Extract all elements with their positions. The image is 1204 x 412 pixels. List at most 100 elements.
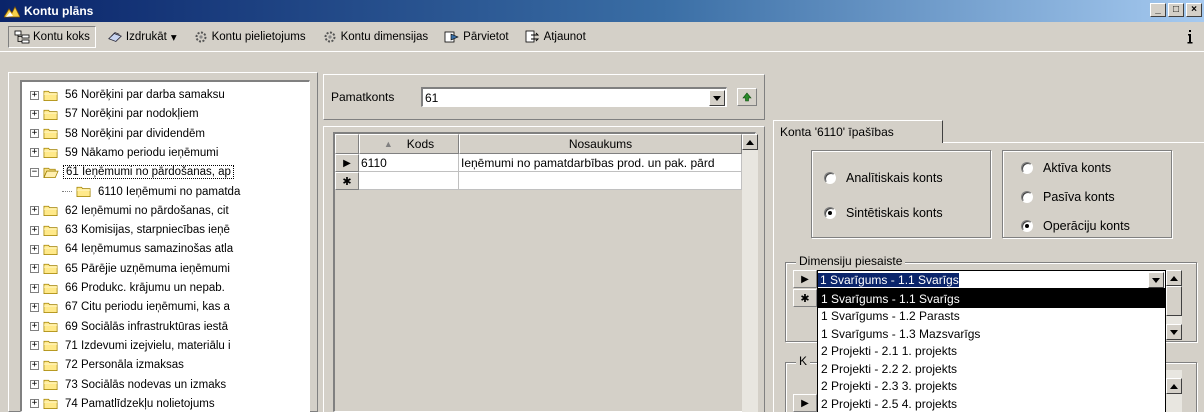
expand-icon[interactable]: + <box>30 244 39 254</box>
tree-item[interactable]: +71 Izdevumi izejvielu, materiālu i <box>30 337 233 355</box>
folder-icon <box>43 148 58 159</box>
grid-cell-nosaukums-new[interactable] <box>459 172 742 190</box>
dimension-option[interactable]: 2 Projekti - 2.5 4. projekts <box>818 395 1165 412</box>
kontu-dimensijas-button[interactable]: Kontu dimensijas <box>317 26 434 48</box>
dimension-option[interactable]: 1 Svarīgums - 1.1 Svarīgs <box>818 290 1165 308</box>
collapse-icon[interactable]: − <box>30 167 39 177</box>
accounts-grid[interactable]: ▲ Kods Nosaukums ▶ 6110 Ieņēmumi no pama… <box>333 132 758 412</box>
tree-item[interactable]: +65 Pārējie uzņēmuma ieņēmumi <box>30 260 232 278</box>
expand-icon[interactable]: + <box>30 109 39 119</box>
dimension-row-new[interactable]: ✱ <box>793 289 817 307</box>
second-group-scrollbar[interactable] <box>1166 370 1182 412</box>
dimension-option[interactable]: 1 Svarīgums - 1.2 Parasts <box>818 308 1165 326</box>
tree-item[interactable]: +62 Ieņēmumi no pārdošanas, cit <box>30 202 231 220</box>
second-group-scroll-up-button[interactable] <box>1166 378 1182 394</box>
dimension-dropdown-list[interactable]: 1 Svarīgums - 1.1 Svarīgs 1 Svarīgums - 1… <box>817 289 1166 412</box>
grid-cell-kods-new[interactable] <box>359 172 459 190</box>
tree-item[interactable]: +63 Komisijas, starpniecības ieņē <box>30 221 232 239</box>
expand-icon[interactable]: + <box>30 399 39 409</box>
parvietot-button[interactable]: Pārvietot <box>439 26 513 48</box>
grid-vertical-scrollbar[interactable] <box>742 134 758 412</box>
radio-operaciju-circle[interactable] <box>1021 220 1033 232</box>
tree-item[interactable]: +59 Nākamo periodu ieņēmumi <box>30 144 220 162</box>
grid-cell-nosaukums[interactable]: Ieņēmumi no pamatdarbības prod. un pak. … <box>459 154 742 172</box>
tree-item[interactable]: +74 Pamatlīdzekļu nolietojums <box>30 395 217 411</box>
radio-aktiva-circle[interactable] <box>1021 162 1033 174</box>
grid-scroll-up-button[interactable] <box>742 134 758 150</box>
dimension-option[interactable]: 1 Svarīgums - 1.3 Mazsvarīgs <box>818 325 1165 343</box>
column-header-nosaukums[interactable]: Nosaukums <box>459 134 742 154</box>
tree-item-label: 72 Personāla izmaksas <box>65 359 184 372</box>
tree-item[interactable]: +73 Sociālās nodevas un izmaks <box>30 376 228 394</box>
expand-icon[interactable]: + <box>30 302 39 312</box>
expand-icon[interactable]: + <box>30 206 39 216</box>
atjaunot-button[interactable]: Atjaunot <box>520 26 591 48</box>
dimensions-scroll-thumb[interactable] <box>1166 286 1182 316</box>
kontu-koks-button[interactable]: Kontu koks <box>8 25 96 48</box>
minimize-button[interactable]: _ <box>1150 3 1166 17</box>
tree-item[interactable]: +69 Sociālās infrastruktūras iestā <box>30 318 230 336</box>
dimensions-scrollbar[interactable] <box>1166 270 1182 340</box>
tree-item[interactable]: 6110 Ieņēmumi no pamatda <box>62 183 242 201</box>
expand-icon[interactable]: + <box>30 341 39 351</box>
expand-icon[interactable]: + <box>30 283 39 293</box>
column-header-kods[interactable]: ▲ Kods <box>359 134 459 154</box>
account-tree[interactable]: +56 Norēķini par darba samaksu +57 Norēķi… <box>20 80 310 412</box>
dimension-option[interactable]: 2 Projekti - 2.3 3. projekts <box>818 378 1165 396</box>
radio-sintetiskais[interactable]: Sintētiskais konts <box>824 206 943 220</box>
kontu-dimensijas-label: Kontu dimensijas <box>340 30 429 43</box>
izdrukat-button[interactable]: Izdrukāt ▾ <box>102 26 182 48</box>
radio-pasiva[interactable]: Pasīva konts <box>1021 190 1115 204</box>
pamatkonts-dropdown-button[interactable] <box>709 90 725 106</box>
dimension-dropdown-button[interactable] <box>1148 272 1164 288</box>
kontu-pielietojums-button[interactable]: Kontu pielietojums <box>188 26 311 48</box>
tree-item-label: 71 Izdevumi izejvielu, materiālu i <box>65 339 231 352</box>
dimension-combo[interactable]: 1 Svarīgums - 1.1 Svarīgs <box>817 270 1166 289</box>
maximize-button[interactable]: □ <box>1168 3 1184 17</box>
row-selector-new[interactable]: ✱ <box>335 172 359 190</box>
tree-item[interactable]: +64 Ieņēmumus samazinošas atla <box>30 240 235 258</box>
info-icon[interactable] <box>1184 26 1196 48</box>
radio-analitiskais-circle[interactable] <box>824 172 836 184</box>
radio-pasiva-circle[interactable] <box>1021 191 1033 203</box>
expand-icon[interactable]: + <box>30 360 39 370</box>
tree-connector <box>62 191 72 192</box>
radio-aktiva[interactable]: Aktīva konts <box>1021 161 1111 175</box>
dimensions-scroll-up-button[interactable] <box>1166 270 1182 286</box>
radio-operaciju[interactable]: Operāciju konts <box>1021 219 1130 233</box>
folder-icon <box>43 399 58 410</box>
dimension-row-current[interactable]: ▶ <box>793 270 817 288</box>
dimensions-scroll-down-button[interactable] <box>1166 324 1182 340</box>
tree-item[interactable]: +67 Citu periodu ieņēmumi, kas a <box>30 298 232 316</box>
expand-icon[interactable]: + <box>30 129 39 139</box>
tree-item[interactable]: +58 Norēķini par dividendēm <box>30 125 207 143</box>
expand-icon[interactable]: + <box>30 322 39 332</box>
go-up-button[interactable] <box>737 88 757 106</box>
dimension-option[interactable]: 2 Projekti - 2.2 2. projekts <box>818 360 1165 378</box>
tree-item[interactable]: +57 Norēķini par nodokļiem <box>30 105 201 123</box>
tree-item[interactable]: +72 Personāla izmaksas <box>30 356 186 374</box>
tree-item-label: 6110 Ieņēmumi no pamatda <box>98 185 241 198</box>
grid-cell-kods[interactable]: 6110 <box>359 154 459 172</box>
dimension-option[interactable]: 2 Projekti - 2.1 1. projekts <box>818 343 1165 361</box>
expand-icon[interactable]: + <box>30 148 39 158</box>
radio-sintetiskais-label: Sintētiskais konts <box>846 206 943 220</box>
tree-item[interactable]: +56 Norēķini par darba samaksu <box>30 86 227 104</box>
second-group-row-current[interactable]: ▶ <box>793 394 817 412</box>
expand-icon[interactable]: + <box>30 225 39 235</box>
radio-analitiskais[interactable]: Analītiskais konts <box>824 171 943 185</box>
expand-icon[interactable]: + <box>30 90 39 100</box>
expand-icon[interactable]: + <box>30 380 39 389</box>
tab-konta-ipasibas[interactable]: Konta '6110' īpašības <box>773 120 943 143</box>
title-bar[interactable]: Kontu plāns _ □ × <box>0 0 1204 22</box>
row-selector-current[interactable]: ▶ <box>335 154 359 172</box>
tree-item-label: 66 Produkc. krājumu un nepab. <box>65 282 225 294</box>
tree-item[interactable]: +66 Produkc. krājumu un nepab. <box>30 279 227 297</box>
expand-icon[interactable]: + <box>30 264 39 274</box>
radio-sintetiskais-circle[interactable] <box>824 207 836 219</box>
tree-item-label: 64 Ieņēmumus samazinošas atla <box>65 243 234 256</box>
pamatkonts-combo[interactable]: 61 <box>421 87 727 107</box>
folder-icon <box>43 321 58 333</box>
tree-item[interactable]: − 61 Ieņēmumi no pārdošanas, ap <box>30 163 234 181</box>
close-button[interactable]: × <box>1186 3 1202 17</box>
